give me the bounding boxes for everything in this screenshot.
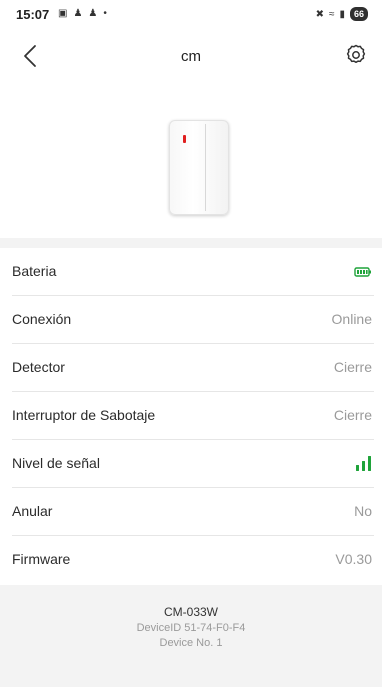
mute-icon: ✖ bbox=[315, 8, 324, 20]
status-system-icons: ✖ ≈ ▮ 66 bbox=[316, 7, 368, 21]
signal-strength-icon bbox=[354, 453, 372, 480]
settings-button[interactable] bbox=[344, 42, 368, 68]
status-bar: 15:07 ▣ ♟ ♟ • ✖ ≈ ▮ 66 bbox=[0, 0, 382, 30]
device-model: CM-033W bbox=[163, 605, 218, 619]
list-row-firmware: Firmware V0.30 bbox=[12, 536, 374, 584]
row-value: No bbox=[354, 503, 372, 519]
device-info-list: Bateria Conexión Online Detector Cierre … bbox=[0, 248, 382, 584]
row-label: Interruptor de Sabotaje bbox=[12, 407, 156, 423]
dot-icon: • bbox=[103, 8, 107, 19]
sensor-led bbox=[183, 135, 186, 143]
wifi-icon: ≈ bbox=[328, 8, 335, 20]
row-label: Detector bbox=[12, 359, 65, 375]
screenshot-icon: ▣ bbox=[58, 8, 68, 19]
device-footer: CM-033W DeviceID 51-74-F0-F4 Device No. … bbox=[0, 585, 382, 687]
row-label: Nivel de señal bbox=[12, 455, 100, 471]
list-row-tamper-switch: Interruptor de Sabotaje Cierre bbox=[12, 392, 374, 440]
sensor-split-line bbox=[205, 124, 206, 211]
row-label: Anular bbox=[12, 503, 53, 519]
row-value: Online bbox=[331, 311, 372, 327]
battery-status-icon: 66 bbox=[349, 7, 368, 21]
list-row-connection: Conexión Online bbox=[12, 296, 374, 344]
status-time: 15:07 bbox=[16, 7, 50, 22]
row-value: Cierre bbox=[333, 359, 372, 375]
battery-icon bbox=[354, 261, 372, 288]
list-row-battery: Bateria bbox=[12, 248, 374, 296]
status-notification-icons: ▣ ♟ ♟ • bbox=[58, 8, 107, 20]
gear-icon bbox=[346, 44, 366, 64]
device-id: DeviceID 51-74-F0-F4 bbox=[136, 622, 246, 634]
row-value: V0.30 bbox=[335, 551, 372, 567]
door-sensor-image bbox=[169, 120, 229, 215]
row-label: Bateria bbox=[12, 263, 57, 279]
page-title: cm bbox=[181, 48, 201, 65]
device-number: Device No. 1 bbox=[159, 637, 223, 649]
device-image-area bbox=[0, 80, 382, 238]
row-label: Firmware bbox=[12, 551, 71, 567]
app-icon: ♟ bbox=[88, 8, 98, 19]
app-icon: ♟ bbox=[73, 8, 83, 19]
list-row-detector: Detector Cierre bbox=[12, 344, 374, 392]
app-header: cm bbox=[0, 36, 382, 76]
row-label: Conexión bbox=[12, 311, 72, 327]
list-row-bypass: Anular No bbox=[12, 488, 374, 536]
list-row-signal-level: Nivel de señal bbox=[12, 440, 374, 488]
cell-signal-icon: ▮ bbox=[339, 8, 345, 20]
section-divider-band bbox=[0, 238, 382, 248]
row-value: Cierre bbox=[333, 407, 372, 423]
